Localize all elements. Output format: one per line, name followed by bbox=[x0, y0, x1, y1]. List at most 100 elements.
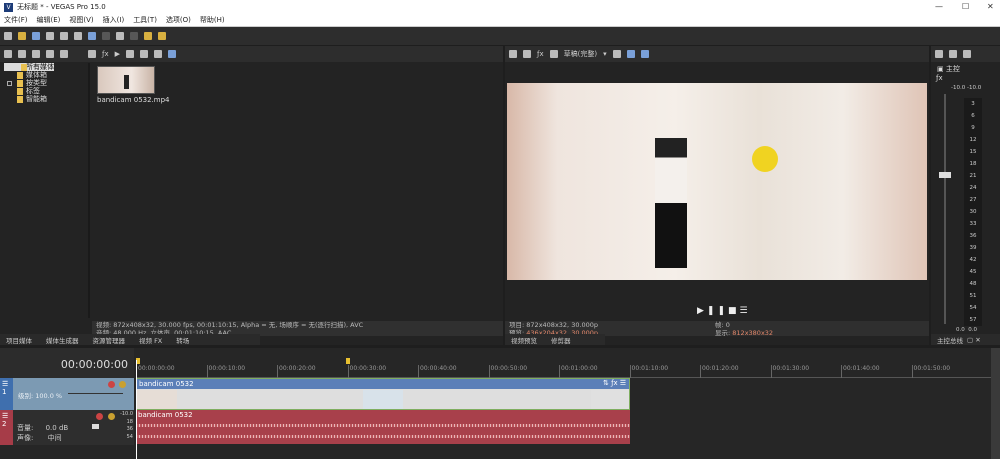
meter-tick: 33 bbox=[969, 221, 977, 227]
video-track-header: ☰ 1 级别: 100.0 % bbox=[0, 378, 134, 410]
quality-dropdown[interactable]: 草稿(完整) bbox=[564, 49, 597, 59]
vertical-scrollbar[interactable] bbox=[991, 348, 1000, 459]
audio-meter: -10.0 18 36 54 bbox=[119, 411, 133, 441]
tab-media[interactable]: 转场 bbox=[176, 335, 189, 345]
menu-button[interactable]: ☰ bbox=[740, 306, 751, 316]
web-icon[interactable] bbox=[60, 50, 68, 58]
preview-tabs: 视频预览 修剪器 bbox=[505, 334, 605, 345]
stop-icon[interactable] bbox=[126, 50, 134, 58]
redo-icon[interactable] bbox=[130, 32, 138, 40]
speaker-icon[interactable] bbox=[963, 50, 971, 58]
close-button[interactable]: ✕ bbox=[987, 2, 994, 11]
fx-icon[interactable]: ƒx bbox=[102, 50, 109, 58]
copy-snapshot-icon[interactable] bbox=[626, 50, 635, 58]
open-icon[interactable] bbox=[18, 32, 26, 40]
stop-button[interactable]: ■ bbox=[728, 306, 740, 316]
gear-icon[interactable] bbox=[935, 50, 943, 58]
meter-tick: 15 bbox=[969, 149, 977, 155]
menu-item[interactable]: 视图(V) bbox=[69, 15, 93, 25]
solo-icon[interactable] bbox=[108, 413, 115, 420]
dim-icon[interactable] bbox=[949, 50, 957, 58]
meter-tick: 51 bbox=[969, 293, 977, 299]
tab-media[interactable]: 视频 FX bbox=[139, 335, 162, 345]
waveform-right bbox=[136, 435, 630, 438]
tab-preview[interactable]: 修剪器 bbox=[551, 335, 571, 345]
new-icon[interactable] bbox=[4, 32, 12, 40]
fx-icon[interactable]: ƒx bbox=[537, 50, 544, 58]
import-icon[interactable] bbox=[4, 50, 12, 58]
media-thumbnail[interactable] bbox=[97, 66, 155, 94]
track-menu-icon[interactable]: ☰ 2 bbox=[0, 410, 13, 445]
undo-icon[interactable] bbox=[116, 32, 124, 40]
save-snapshot-icon[interactable] bbox=[640, 50, 649, 58]
tree-item[interactable]: 智能箱 bbox=[0, 95, 88, 103]
tab-media[interactable]: 媒体生成器 bbox=[46, 335, 79, 345]
copy-icon[interactable] bbox=[88, 32, 96, 40]
cursor-highlight bbox=[752, 146, 778, 172]
tab-media[interactable]: 资源管理器 bbox=[93, 335, 126, 345]
fx-icon[interactable]: ƒx bbox=[936, 74, 943, 82]
pan-value: 中间 bbox=[47, 434, 62, 442]
ruler-tick: 00:00:00:00 bbox=[136, 365, 175, 378]
play-icon[interactable]: ▶ bbox=[115, 50, 120, 58]
loop-icon[interactable] bbox=[140, 50, 148, 58]
tab-master-bus[interactable]: 主控总线 bbox=[937, 335, 963, 345]
solo-icon[interactable] bbox=[119, 381, 126, 388]
split-icon[interactable] bbox=[549, 50, 558, 58]
play-button[interactable]: ▶ bbox=[697, 306, 707, 316]
save-icon[interactable] bbox=[32, 32, 40, 40]
media-toolbar: ƒx ▶ bbox=[0, 46, 503, 62]
media-file-name[interactable]: bandicam 0532.mp4 bbox=[97, 96, 170, 104]
menu-item[interactable]: 选项(O) bbox=[166, 15, 191, 25]
cut-icon[interactable] bbox=[74, 32, 82, 40]
expand-icon[interactable] bbox=[7, 81, 12, 86]
gear-icon[interactable] bbox=[509, 50, 517, 58]
mute-icon[interactable] bbox=[96, 413, 103, 420]
snap-icon[interactable] bbox=[144, 32, 152, 40]
tab-preview[interactable]: 视频预览 bbox=[511, 335, 537, 345]
maximize-button[interactable]: ☐ bbox=[962, 2, 969, 11]
event-icon[interactable] bbox=[158, 32, 166, 40]
tree-item[interactable]: 按类型 bbox=[0, 79, 88, 87]
properties-icon[interactable] bbox=[523, 50, 531, 58]
minimize-button[interactable]: — bbox=[935, 2, 943, 11]
audio-clip-label: bandicam 0532 bbox=[138, 411, 193, 419]
track-menu-icon[interactable]: ☰ 1 bbox=[0, 378, 13, 410]
capture-icon[interactable] bbox=[18, 50, 26, 58]
tree-item[interactable]: 所有媒体 bbox=[4, 63, 54, 71]
meter-tick: 45 bbox=[969, 269, 977, 275]
menu-item[interactable]: 插入(I) bbox=[103, 15, 125, 25]
playhead[interactable] bbox=[136, 360, 137, 459]
paste-icon[interactable] bbox=[102, 32, 110, 40]
level-label: 级别: 100.0 % bbox=[18, 392, 63, 400]
meter-scale: 3 6 9 12 15 18 21 24 27 30 33 36 39 42 45 48 51 54 57 bbox=[964, 98, 982, 326]
render-icon[interactable] bbox=[46, 32, 54, 40]
menu-item[interactable]: 帮助(H) bbox=[200, 15, 225, 25]
views-icon[interactable] bbox=[154, 50, 162, 58]
gear-icon[interactable] bbox=[60, 32, 68, 40]
pause-button[interactable]: ❚❚ bbox=[707, 306, 728, 316]
meter-tick: 18 bbox=[969, 161, 977, 167]
master-label: 主控 bbox=[945, 65, 960, 73]
view-icon[interactable] bbox=[32, 50, 40, 58]
menu-item[interactable]: 工具(T) bbox=[133, 15, 157, 25]
ruler-tick: 00:00:50:00 bbox=[488, 365, 527, 378]
time-ruler[interactable]: 00:00:00:00 00:00:10:00 00:00:20:00 00:00:3… bbox=[136, 360, 991, 378]
search-icon[interactable] bbox=[168, 50, 176, 58]
audio-clip[interactable]: bandicam 0532 bbox=[136, 410, 630, 444]
overlay-icon[interactable] bbox=[612, 50, 621, 58]
tree-item[interactable]: 标签 bbox=[0, 87, 88, 95]
ruler-tick: 00:01:00:00 bbox=[559, 365, 598, 378]
gear-icon[interactable] bbox=[88, 50, 96, 58]
master-fader[interactable] bbox=[939, 172, 951, 178]
volume-slider[interactable] bbox=[92, 424, 99, 429]
menu-item[interactable]: 文件(F) bbox=[4, 15, 28, 25]
tab-media[interactable]: 项目媒体 bbox=[6, 335, 32, 345]
loop-end-marker[interactable] bbox=[346, 358, 350, 364]
video-clip[interactable]: bandicam 0532 ⇅ ƒx ☰ bbox=[136, 378, 630, 410]
mute-icon[interactable] bbox=[108, 381, 115, 388]
tree-item[interactable]: 媒体箱 bbox=[0, 71, 88, 79]
menu-item[interactable]: 编辑(E) bbox=[37, 15, 61, 25]
level-slider[interactable] bbox=[68, 393, 123, 394]
remove-icon[interactable] bbox=[46, 50, 54, 58]
